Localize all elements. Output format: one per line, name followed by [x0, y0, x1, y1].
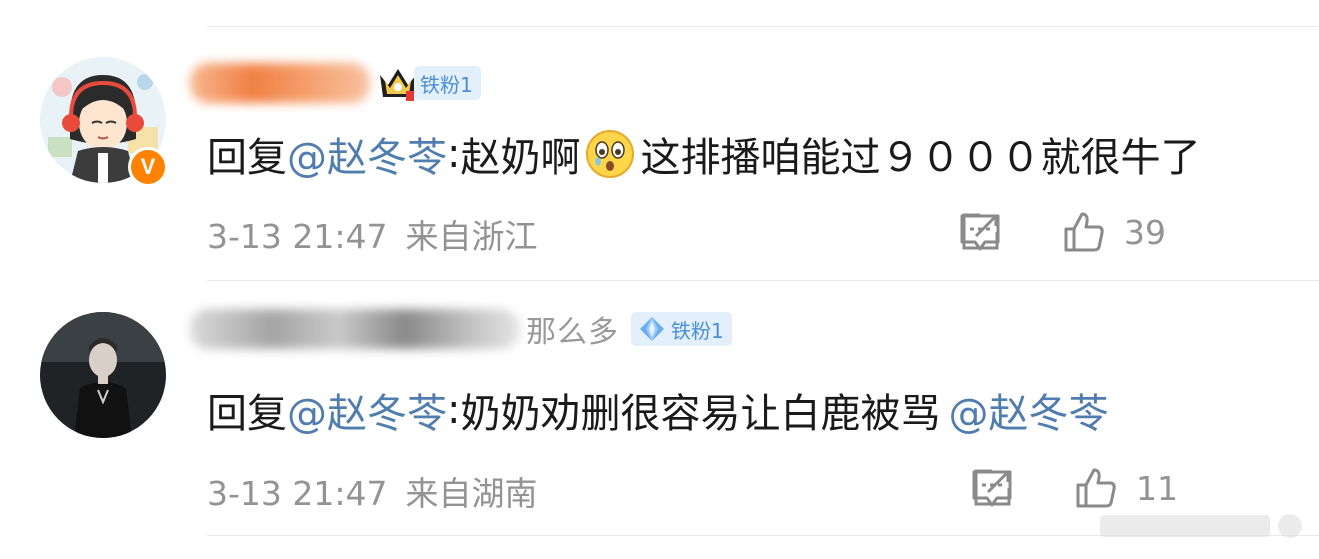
- colon: :: [447, 131, 461, 177]
- fan-level-badge: 铁粉1: [414, 66, 481, 100]
- location: 来自湖南: [405, 474, 538, 513]
- timestamp: 3-13 21:47: [207, 474, 388, 513]
- diamond-icon: [640, 317, 664, 341]
- location: 来自浙江: [405, 217, 538, 256]
- comment-icon[interactable]: [970, 466, 1014, 510]
- reply-prefix: 回复: [207, 391, 287, 437]
- comment-meta: 3-13 21:47 来自湖南: [207, 467, 538, 515]
- comment-body: 赵奶啊: [460, 135, 581, 181]
- comment-actions: 39: [958, 207, 1166, 257]
- crying-face-emoji: [586, 130, 635, 178]
- verified-badge: V: [128, 147, 168, 187]
- username-row: 铁粉1: [190, 57, 481, 109]
- fan-level-label: 铁粉1: [671, 318, 724, 343]
- comment-item: 那么多 铁粉1 回复 @赵冬苓 : 奶奶劝删很容易让白鹿被骂 @赵冬苓 3-13…: [0, 281, 1319, 535]
- comment-text: 回复 @赵冬苓 : 奶奶劝删很容易让白鹿被骂 @赵冬苓: [207, 381, 1108, 439]
- username-tail: 那么多: [526, 315, 619, 350]
- comment-list: V 铁粉1 回复 @赵冬苓 : 赵奶啊 这排播咱能过９０００就很牛了 3-13 …: [0, 0, 1319, 559]
- username-row: 那么多 铁粉1: [190, 303, 732, 355]
- comment-item: V 铁粉1 回复 @赵冬苓 : 赵奶啊 这排播咱能过９０００就很牛了 3-13 …: [0, 27, 1319, 281]
- mention-link[interactable]: @赵冬苓: [948, 381, 1108, 439]
- comment-body: 奶奶劝删很容易让白鹿被骂: [460, 391, 941, 437]
- timestamp: 3-13 21:47: [207, 217, 388, 256]
- mention-link[interactable]: @赵冬苓: [287, 381, 447, 439]
- like-count: 39: [1124, 212, 1166, 252]
- comment-icon[interactable]: [958, 210, 1002, 254]
- like-count: 11: [1136, 468, 1178, 508]
- avatar-photo: [40, 312, 166, 438]
- thumbs-up-icon[interactable]: [1074, 466, 1118, 510]
- fan-level-badge: 铁粉1: [631, 312, 732, 346]
- watermark-icon: [1100, 514, 1302, 538]
- avatar[interactable]: [40, 312, 166, 438]
- mention-link[interactable]: @赵冬苓: [287, 125, 447, 183]
- username-redacted[interactable]: [190, 63, 370, 103]
- comment-body-continued: 这排播咱能过９０００就很牛了: [640, 135, 1201, 181]
- username-redacted[interactable]: [190, 309, 520, 349]
- thumbs-up-icon[interactable]: [1062, 210, 1106, 254]
- comment-text: 回复 @赵冬苓 : 赵奶啊 这排播咱能过９０００就很牛了: [207, 125, 1200, 183]
- comment-meta: 3-13 21:47 来自浙江: [207, 210, 538, 258]
- reply-prefix: 回复: [207, 135, 287, 181]
- colon: :: [447, 387, 461, 433]
